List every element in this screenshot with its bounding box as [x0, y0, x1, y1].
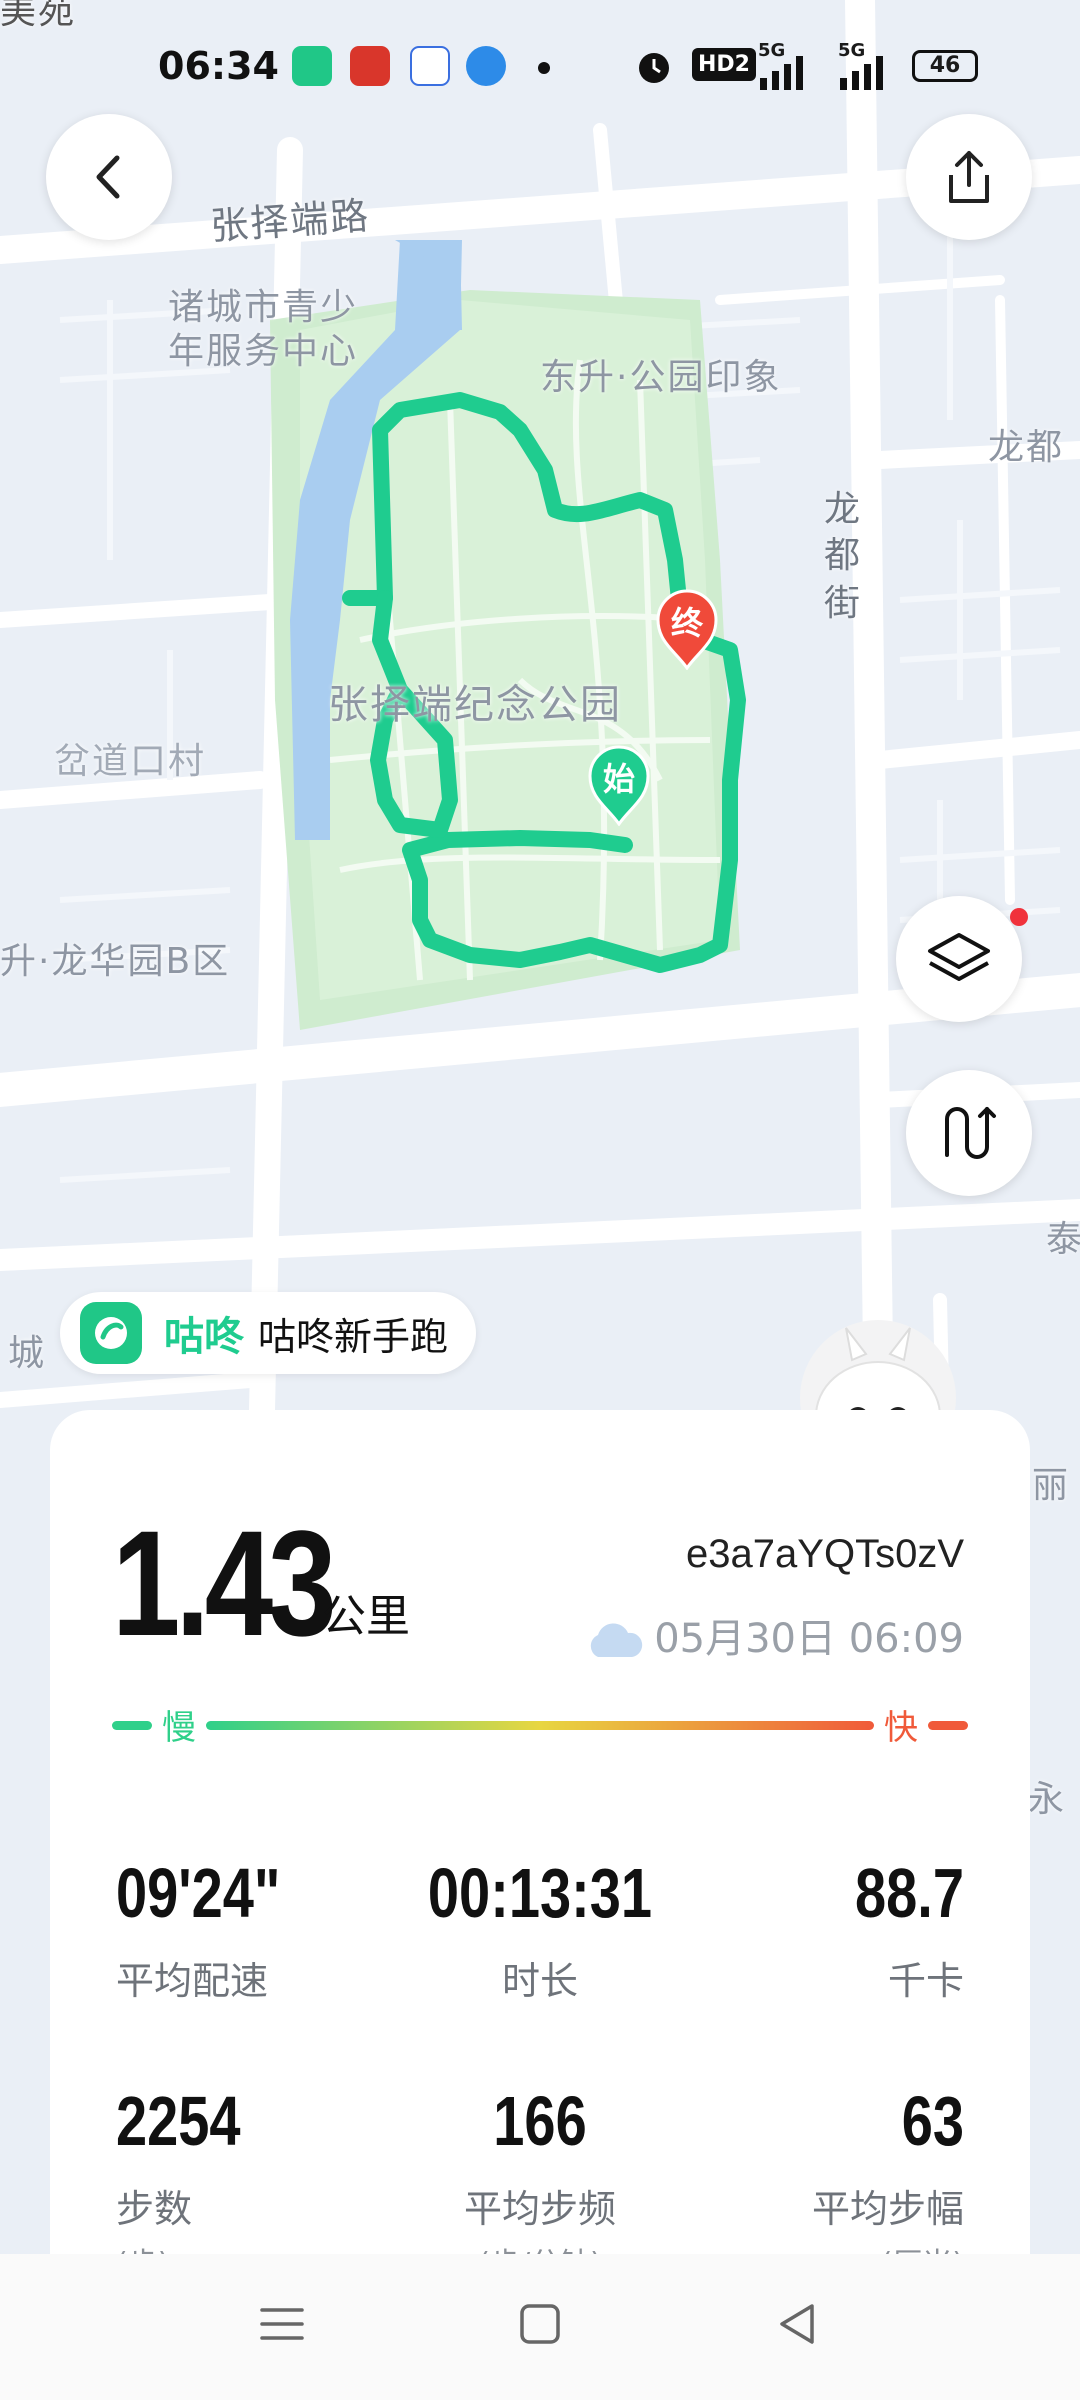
run-datetime-text: 05月30日 06:09 [654, 1616, 964, 1662]
run-type-label: 咕咚新手跑 [258, 1314, 449, 1359]
map-label-village: 岔道口村 [54, 741, 207, 782]
map-layers-button[interactable] [896, 896, 1022, 1022]
cloud-weather-icon [590, 1623, 643, 1657]
stat-label: 平均步幅 [811, 2187, 964, 2231]
map-label-li: 丽 [1032, 1465, 1071, 1506]
map-label-longdu: 龙都 [988, 427, 1065, 468]
pace-color-legend [112, 1721, 968, 1730]
map-label-dongsheng: 东升·公园印象 [540, 357, 782, 398]
run-summary-card: 1.43 公里 e3a7aYQTs0zV 05月30日 06:09 慢 快 09… [50, 1410, 1030, 2282]
baidu-app-icon [410, 46, 450, 86]
pace-slow-label: 慢 [162, 1708, 196, 1748]
route-curve-icon [945, 1107, 996, 1159]
map-label-longdu-street-3: 街 [824, 583, 863, 624]
signal-icon-2 [840, 56, 883, 90]
gudong-app-icon [292, 46, 332, 86]
stat-duration: 00:13:31 时长 [390, 1858, 690, 2005]
share-icon [949, 151, 989, 203]
layers-notification-dot [1010, 908, 1028, 926]
gudong-logo-icon [80, 1302, 142, 1364]
brand-name: 咕咚 [164, 1314, 244, 1360]
share-button[interactable] [906, 114, 1032, 240]
distance-value: 1.43 [112, 1499, 337, 1667]
menu-icon[interactable] [252, 2294, 312, 2354]
distance-unit: 公里 [322, 1591, 410, 1642]
map-label-longdu-street-2: 都 [824, 535, 863, 576]
stat-value: 88.7 [855, 1854, 964, 1932]
alarm-icon [639, 53, 669, 83]
stat-value: 2254 [116, 2082, 241, 2160]
map-label-longhua: 升·龙华园B区 [0, 941, 231, 982]
system-nav-bar [0, 2254, 1080, 2400]
map-label-tai: 泰 [1046, 1219, 1080, 1260]
status-bar: 06:34 HD2 5G 5G 46 [0, 30, 1080, 106]
music-app-icon [350, 46, 390, 86]
stat-label: 时长 [501, 1959, 578, 2003]
back-button[interactable] [46, 114, 172, 240]
stat-value: 09'24" [116, 1854, 281, 1932]
home-square-icon[interactable] [510, 2294, 570, 2354]
end-marker-label: 终 [670, 604, 703, 642]
pace-fast-label: 快 [884, 1708, 918, 1748]
stat-value: 63 [901, 2082, 964, 2160]
stat-label: 平均步频 [463, 2187, 616, 2231]
back-triangle-icon[interactable] [768, 2294, 828, 2354]
cloud-app-icon [466, 46, 506, 86]
status-time: 06:34 [158, 44, 279, 88]
stat-label: 平均配速 [116, 1959, 269, 2003]
map-label-park: 张择端纪念公园 [328, 682, 622, 728]
chevron-left-icon [96, 155, 120, 199]
hd-indicator: HD2 [692, 48, 756, 81]
stat-calories: 88.7 千卡 [664, 1858, 964, 2005]
stat-label: 千卡 [887, 1959, 964, 2003]
map-label-yong: 永 [1028, 1779, 1067, 1820]
stat-value: 166 [493, 2082, 587, 2160]
more-notifications-dot [538, 62, 550, 74]
route-replay-button[interactable] [906, 1070, 1032, 1196]
map-label-road-north: 张择端路 [208, 193, 372, 249]
signal-icon-1 [760, 56, 803, 90]
brand-chip[interactable]: 咕咚 咕咚新手跑 [60, 1292, 477, 1374]
map-label-top-edge: 美苑 [0, 0, 77, 32]
stat-avg-pace: 09'24" 平均配速 [116, 1858, 416, 2005]
record-id: e3a7aYQTs0zV [686, 1532, 964, 1576]
layers-icon [928, 933, 990, 981]
run-datetime: 05月30日 06:09 [584, 1606, 964, 1664]
stat-label: 步数 [116, 2187, 193, 2231]
battery-level: 46 [929, 53, 961, 78]
battery-icon: 46 [912, 50, 978, 82]
map-label-cheng: 城 [8, 1333, 47, 1374]
map-label-youth-center-2: 年服务中心 [168, 331, 359, 372]
stat-value: 00:13:31 [427, 1854, 653, 1932]
start-marker-label: 始 [602, 760, 635, 798]
map-label-longdu-street-1: 龙 [824, 489, 863, 530]
